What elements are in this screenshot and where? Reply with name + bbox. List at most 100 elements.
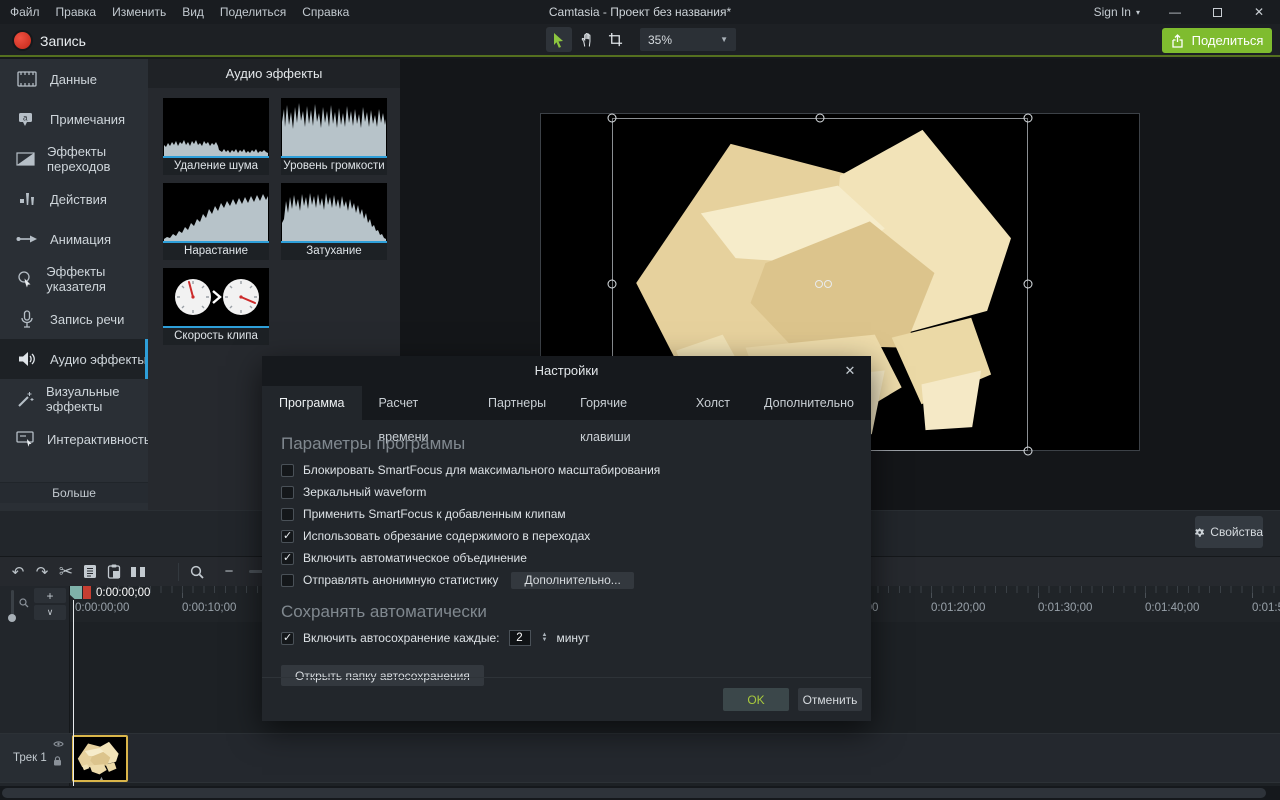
cursor-tool-button[interactable] — [546, 27, 572, 52]
center-anchor-handle[interactable] — [824, 280, 832, 288]
option-trim-content: ✓ Использовать обрезание содержимого в п… — [281, 528, 871, 544]
scrollbar-thumb[interactable] — [2, 788, 1266, 798]
record-button[interactable]: Запись — [8, 28, 92, 53]
menu-help[interactable]: Справка — [302, 5, 349, 19]
effect-tile-volume-leveling[interactable]: Уровень громкости — [281, 98, 387, 175]
ok-button[interactable]: OK — [723, 688, 789, 711]
tab-program[interactable]: Программа — [262, 386, 362, 420]
sidebar-item-interactivity[interactable]: Интерактивность — [0, 419, 148, 459]
sidebar-item-visual-effects[interactable]: Визуальные эффекты — [0, 379, 148, 419]
split-button[interactable] — [126, 560, 150, 584]
slider-knob[interactable] — [8, 614, 16, 622]
menu-view[interactable]: Вид — [182, 5, 204, 19]
undo-icon: ↶ — [12, 563, 25, 581]
maximize-button[interactable] — [1196, 0, 1238, 24]
ruler-label: 0:01:20;00 — [931, 602, 985, 614]
waveform-thumbnail — [163, 183, 269, 243]
checkbox[interactable] — [281, 464, 294, 477]
close-button[interactable]: ✕ — [1238, 0, 1280, 24]
effect-tile-clip-speed[interactable]: Скорость клипа — [163, 268, 269, 345]
collapse-tracks-button[interactable]: ∨ — [34, 605, 66, 620]
stepper-down-icon[interactable]: ▼ — [542, 638, 548, 643]
tab-hotkeys[interactable]: Горячие клавиши — [563, 386, 679, 420]
gear-icon — [1195, 526, 1204, 539]
number-stepper[interactable]: ▲ ▼ — [542, 633, 548, 643]
lock-icon[interactable] — [53, 756, 62, 766]
tab-advanced[interactable]: Дополнительно — [747, 386, 871, 420]
export-icon — [1171, 34, 1184, 48]
resize-handle-top-center[interactable] — [816, 114, 825, 123]
clip-marker-icon: ▲ — [98, 776, 105, 782]
sidebar-item-transitions[interactable]: Эффекты переходов — [0, 139, 148, 179]
sidebar-item-audio-effects[interactable]: Аудио эффекты — [0, 339, 148, 379]
checkbox[interactable] — [281, 508, 294, 521]
option-autosave: ✓ Включить автосохранение каждые: ▲ ▼ ми… — [281, 630, 871, 646]
checkbox[interactable] — [281, 574, 294, 587]
sidebar-item-animations[interactable]: Анимация — [0, 219, 148, 259]
pan-tool-button[interactable] — [574, 27, 600, 52]
menu-share[interactable]: Поделиться — [220, 5, 286, 19]
menu-file[interactable]: Файл — [10, 5, 40, 19]
track-name: Трек 1 — [0, 752, 47, 764]
zoom-out-button[interactable]: − — [217, 560, 241, 584]
track-lane[interactable]: ▲ — [70, 733, 1280, 783]
effect-tile-noise-removal[interactable]: Удаление шума — [163, 98, 269, 175]
minimize-button[interactable]: — — [1154, 0, 1196, 24]
timeline-zoom-button[interactable] — [185, 560, 209, 584]
dialog-close-button[interactable]: ✕ — [839, 356, 861, 386]
tab-canvas[interactable]: Холст — [679, 386, 747, 420]
eye-icon[interactable] — [53, 740, 64, 748]
playhead-marker[interactable] — [83, 586, 91, 599]
rotation-handle[interactable] — [815, 280, 823, 288]
svg-text:a: a — [23, 114, 28, 123]
track-height-slider[interactable] — [11, 590, 14, 618]
effect-tile-fade-in[interactable]: Нарастание — [163, 183, 269, 260]
sidebar-item-media[interactable]: Данные — [0, 59, 148, 99]
sidebar-item-behaviors[interactable]: Действия — [0, 179, 148, 219]
copy-button[interactable] — [78, 560, 102, 584]
menu-modify[interactable]: Изменить — [112, 5, 166, 19]
effect-tile-fade-out[interactable]: Затухание — [281, 183, 387, 260]
redo-button[interactable]: ↷ — [30, 560, 54, 584]
sidebar-item-annotations[interactable]: a Примечания — [0, 99, 148, 139]
properties-button[interactable]: Свойства — [1195, 516, 1263, 548]
resize-handle-bottom-right[interactable] — [1024, 447, 1033, 456]
cut-button[interactable]: ✂ — [54, 560, 78, 584]
add-track-button[interactable]: + — [34, 588, 66, 603]
tab-timing[interactable]: Расчет времени — [362, 386, 472, 420]
checkbox[interactable]: ✓ — [281, 552, 294, 565]
cursor-effects-icon — [16, 270, 34, 288]
resize-handle-top-right[interactable] — [1024, 114, 1033, 123]
resize-handle-mid-left[interactable] — [608, 280, 617, 289]
dialog-title-bar: Настройки ✕ — [262, 356, 871, 386]
canvas-zoom-dropdown[interactable]: 35% ▼ — [640, 28, 736, 51]
redo-icon: ↷ — [36, 563, 49, 581]
sidebar-item-voice-narration[interactable]: Запись речи — [0, 299, 148, 339]
undo-button[interactable]: ↶ — [6, 560, 30, 584]
paste-icon — [107, 564, 121, 579]
checkbox[interactable] — [281, 486, 294, 499]
stats-more-button[interactable]: Дополнительно... — [511, 572, 633, 589]
resize-handle-mid-right[interactable] — [1024, 280, 1033, 289]
divider — [178, 563, 179, 581]
tab-partners[interactable]: Партнеры — [471, 386, 563, 420]
checkbox[interactable]: ✓ — [281, 530, 294, 543]
checkbox[interactable]: ✓ — [281, 632, 294, 645]
record-icon — [14, 32, 31, 49]
menu-edit[interactable]: Правка — [56, 5, 97, 19]
sign-in-button[interactable]: Sign In ▾ — [1080, 5, 1154, 19]
cancel-button[interactable]: Отменить — [798, 688, 862, 711]
crop-tool-button[interactable] — [602, 27, 628, 52]
paste-button[interactable] — [102, 560, 126, 584]
behaviors-icon — [16, 191, 38, 207]
share-button[interactable]: Поделиться — [1162, 28, 1272, 53]
header-bar: Запись 35% ▼ Поделиться — [0, 24, 1280, 57]
playhead-line[interactable] — [73, 600, 74, 786]
clip-handshake[interactable]: ▲ — [72, 735, 128, 782]
transition-icon — [16, 152, 35, 166]
waveform-thumbnail — [163, 98, 269, 158]
sidebar-item-cursor-effects[interactable]: Эффекты указателя — [0, 259, 148, 299]
resize-handle-top-left[interactable] — [608, 114, 617, 123]
sidebar-more-button[interactable]: Больше — [0, 482, 148, 503]
autosave-interval-input[interactable] — [509, 630, 531, 646]
